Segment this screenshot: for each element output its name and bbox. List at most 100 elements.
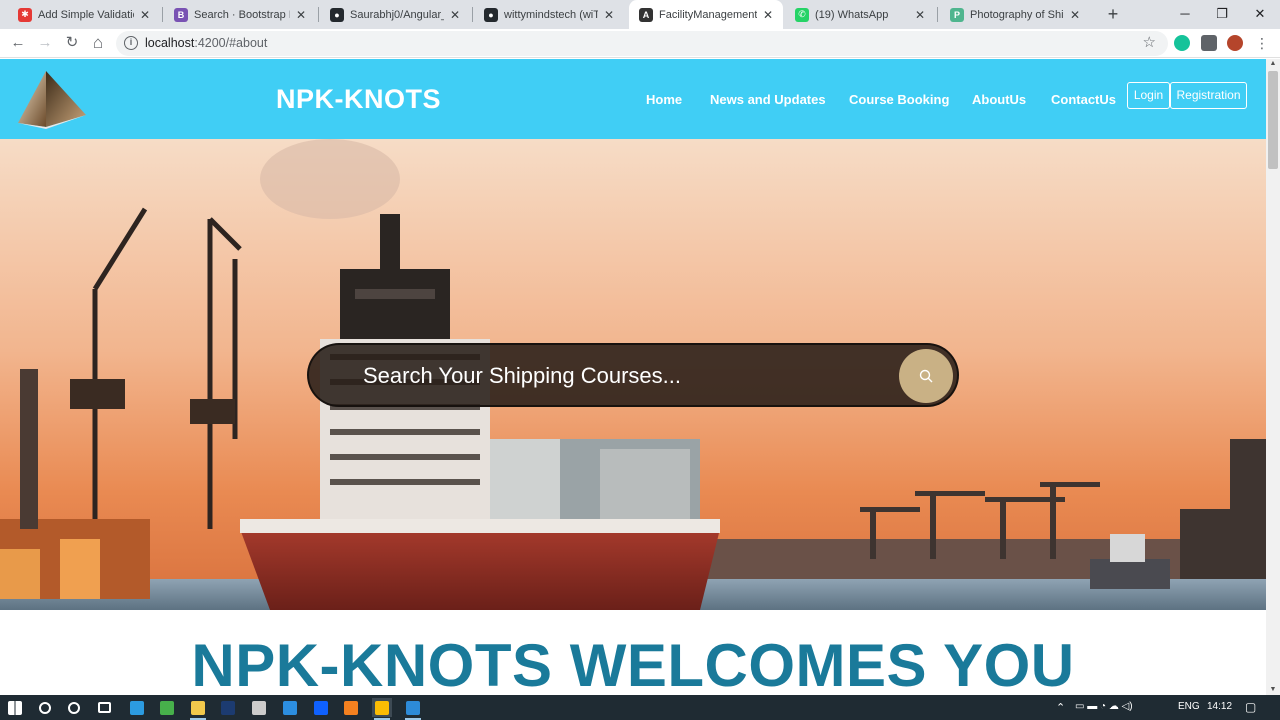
course-search-bar[interactable]: Search Your Shipping Courses...	[307, 343, 959, 407]
tab-close-icon[interactable]: ✕	[602, 8, 616, 22]
scroll-down-icon[interactable]: ▼	[1266, 685, 1280, 695]
address-bar[interactable]: i localhost:4200/#about ☆	[116, 31, 1168, 56]
login-button[interactable]: Login	[1127, 82, 1170, 109]
scrollbar-thumb[interactable]	[1268, 71, 1278, 169]
notifications-icon[interactable]: ▢	[1245, 700, 1256, 714]
tab-title: Search · Bootstrap Icons	[194, 8, 290, 21]
tab-title: FacilityManagement	[659, 8, 757, 21]
tab-favicon-icon: ●	[484, 7, 498, 22]
taskbar-search-icon[interactable]	[35, 698, 55, 717]
app-icon-shape	[8, 700, 22, 715]
tab-title: Add Simple Validation	[38, 8, 134, 21]
app-icon-shape	[375, 700, 389, 715]
browser-tab[interactable]: ● wittymindstech (wiTTy) ✕	[474, 0, 624, 29]
tray-status-icons[interactable]: ▭ ▬ ◔ ☁ ◁)	[1075, 701, 1133, 712]
clock[interactable]: 14:12	[1207, 701, 1232, 712]
page-scrollbar[interactable]: ▲ ▼	[1266, 59, 1280, 695]
taskbar-store-icon[interactable]	[249, 698, 269, 717]
taskbar-chrome-icon[interactable]	[372, 698, 392, 720]
app-icon-shape	[283, 700, 297, 715]
nav-contact-us[interactable]: ContactUs	[1051, 92, 1116, 107]
taskbar-start-icon[interactable]	[5, 698, 25, 717]
tab-favicon-icon: ●	[330, 7, 344, 22]
tab-close-icon[interactable]: ✕	[1068, 8, 1082, 22]
taskbar-task-view-icon[interactable]	[94, 698, 114, 717]
app-icon-shape	[130, 700, 144, 715]
app-icon-shape	[160, 700, 174, 715]
minimize-button[interactable]: ─	[1166, 0, 1204, 29]
taskbar-cortana-icon[interactable]	[64, 698, 84, 717]
home-icon[interactable]: ⌂	[88, 33, 108, 53]
tab-title: Saurabhj0/Angular_web	[350, 8, 444, 21]
grammarly-extension-icon[interactable]	[1174, 35, 1190, 51]
taskbar-edge-icon[interactable]	[127, 698, 147, 717]
tab-close-icon[interactable]: ✕	[761, 8, 775, 22]
app-icon-shape	[406, 700, 420, 715]
tab-favicon-icon: B	[174, 7, 188, 22]
language-indicator[interactable]: ENG	[1178, 701, 1200, 712]
bookmark-star-icon[interactable]: ☆	[1143, 33, 1156, 51]
sail-logo[interactable]	[16, 69, 88, 131]
browser-tab[interactable]: P Photography of Ship ✕	[940, 0, 1090, 29]
taskbar-store-app-icon[interactable]	[157, 698, 177, 717]
windows-taskbar: ⌃ ▭ ▬ ◔ ☁ ◁) ENG 14:12 ▢	[0, 695, 1280, 720]
profile-avatar[interactable]	[1227, 35, 1243, 51]
taskbar-vscode-icon[interactable]	[403, 698, 423, 720]
taskbar-photoshop-icon[interactable]	[218, 698, 238, 717]
tab-close-icon[interactable]: ✕	[294, 8, 308, 22]
app-icon-shape	[68, 701, 80, 714]
taskbar-file-explorer-icon[interactable]	[188, 698, 208, 720]
tab-separator	[318, 7, 319, 22]
forward-icon[interactable]: →	[35, 33, 55, 53]
app-icon-shape	[344, 700, 358, 715]
registration-button[interactable]: Registration	[1170, 82, 1247, 109]
tab-close-icon[interactable]: ✕	[913, 8, 927, 22]
tab-title: (19) WhatsApp	[815, 8, 889, 21]
nav-course-booking[interactable]: Course Booking	[849, 92, 949, 107]
nav-about-us[interactable]: AboutUs	[972, 92, 1026, 107]
browser-tab[interactable]: ✆ (19) WhatsApp ✕	[785, 0, 935, 29]
tab-favicon-icon: P	[950, 7, 964, 22]
scroll-up-icon[interactable]: ▲	[1266, 59, 1280, 69]
new-tab-button[interactable]: +	[1103, 4, 1123, 24]
tray-overflow-icon[interactable]: ⌃	[1056, 701, 1065, 714]
taskbar-sublime-icon[interactable]	[341, 698, 361, 717]
taskbar-dropbox-icon[interactable]	[311, 698, 331, 717]
back-icon[interactable]: ←	[8, 33, 28, 53]
tab-title: wittymindstech (wiTTy)	[504, 8, 598, 21]
browser-tab[interactable]: ✱ Add Simple Validation ✕	[8, 0, 160, 29]
app-icon-shape	[39, 701, 51, 714]
tab-close-icon[interactable]: ✕	[138, 8, 152, 22]
tab-strip: ✱ Add Simple Validation ✕ B Search · Bootstr…	[0, 0, 1280, 29]
app-icon-shape	[97, 702, 111, 713]
reload-icon[interactable]: ↻	[62, 33, 82, 53]
extensions-puzzle-icon[interactable]	[1201, 35, 1217, 51]
maximize-button[interactable]: ❐	[1203, 0, 1241, 29]
brand-title[interactable]: NPK-KNOTS	[276, 84, 441, 115]
url-text[interactable]: localhost:4200/#about	[145, 36, 267, 50]
menu-kebab-icon[interactable]: ⋮	[1252, 33, 1272, 53]
browser-toolbar: ← → ↻ ⌂ i localhost:4200/#about ☆ ⋮	[0, 29, 1280, 58]
search-input[interactable]: Search Your Shipping Courses...	[363, 363, 681, 389]
tab-favicon-icon: ✱	[18, 7, 32, 22]
close-window-button[interactable]: ✕	[1241, 0, 1279, 29]
browser-tab[interactable]: B Search · Bootstrap Icons ✕	[164, 0, 316, 29]
site-navbar: NPK-KNOTS Home News and Updates Course B…	[0, 59, 1266, 139]
hero-banner: Search Your Shipping Courses...	[0, 139, 1266, 610]
tab-favicon-icon: ✆	[795, 7, 809, 22]
site-info-icon[interactable]: i	[124, 36, 138, 50]
nav-news-and-updates[interactable]: News and Updates	[710, 92, 826, 107]
app-icon-shape	[221, 700, 235, 715]
app-icon-shape	[314, 700, 328, 715]
app-icon-shape	[252, 700, 266, 715]
browser-tab[interactable]: ● Saurabhj0/Angular_web ✕	[320, 0, 470, 29]
taskbar-mail-icon[interactable]	[280, 698, 300, 717]
search-button[interactable]	[899, 349, 953, 403]
browser-tab[interactable]: A FacilityManagement ✕	[629, 0, 783, 29]
tab-separator	[162, 7, 163, 22]
search-icon	[919, 369, 933, 383]
url-path: :4200/#about	[194, 36, 268, 50]
tab-close-icon[interactable]: ✕	[448, 8, 462, 22]
url-host: localhost	[145, 36, 195, 50]
nav-home[interactable]: Home	[646, 92, 682, 107]
